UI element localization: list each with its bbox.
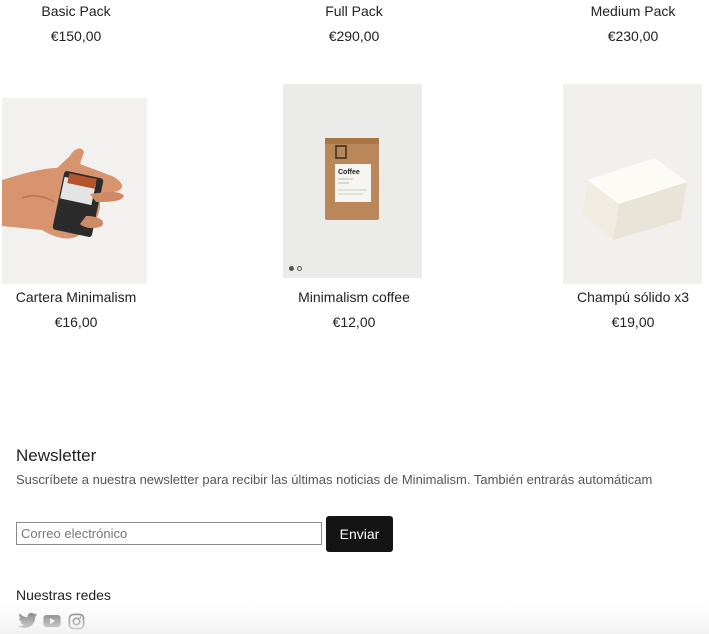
- soap-bar-illustration: [583, 158, 687, 240]
- product-name-medium-pack[interactable]: Medium Pack: [523, 3, 709, 19]
- product-price-medium-pack: €230,00: [607, 28, 659, 44]
- product-price-coffee: €12,00: [332, 314, 376, 330]
- carousel-dot-2[interactable]: [297, 266, 302, 271]
- product-name-cartera[interactable]: Cartera Minimalism: [0, 289, 186, 305]
- newsletter-description: Suscríbete a nuestra newsletter para rec…: [16, 472, 653, 487]
- product-name-champu[interactable]: Champú sólido x3: [523, 289, 709, 305]
- footer-fade: [0, 604, 709, 634]
- email-field[interactable]: [16, 522, 322, 545]
- hand-wallet-illustration: [2, 148, 124, 239]
- product-image-cartera[interactable]: [2, 98, 147, 284]
- product-price-champu: €19,00: [611, 314, 655, 330]
- product-price-cartera: €16,00: [54, 314, 98, 330]
- product-price-full-pack: €290,00: [328, 28, 380, 44]
- product-image-coffee[interactable]: Coffee: [283, 84, 422, 278]
- send-button[interactable]: Enviar: [326, 516, 393, 552]
- coffee-bag-illustration: Coffee: [325, 138, 379, 220]
- product-price-basic-pack: €150,00: [50, 28, 102, 44]
- carousel-dot-1[interactable]: [289, 266, 294, 271]
- product-name-coffee[interactable]: Minimalism coffee: [244, 289, 464, 305]
- coffee-bag-label: Coffee: [338, 169, 360, 176]
- social-title: Nuestras redes: [16, 587, 111, 603]
- product-image-champu[interactable]: [563, 84, 702, 284]
- product-name-basic-pack[interactable]: Basic Pack: [0, 3, 186, 19]
- carousel-dots: [289, 266, 302, 271]
- product-name-full-pack[interactable]: Full Pack: [244, 3, 464, 19]
- newsletter-title: Newsletter: [16, 446, 97, 465]
